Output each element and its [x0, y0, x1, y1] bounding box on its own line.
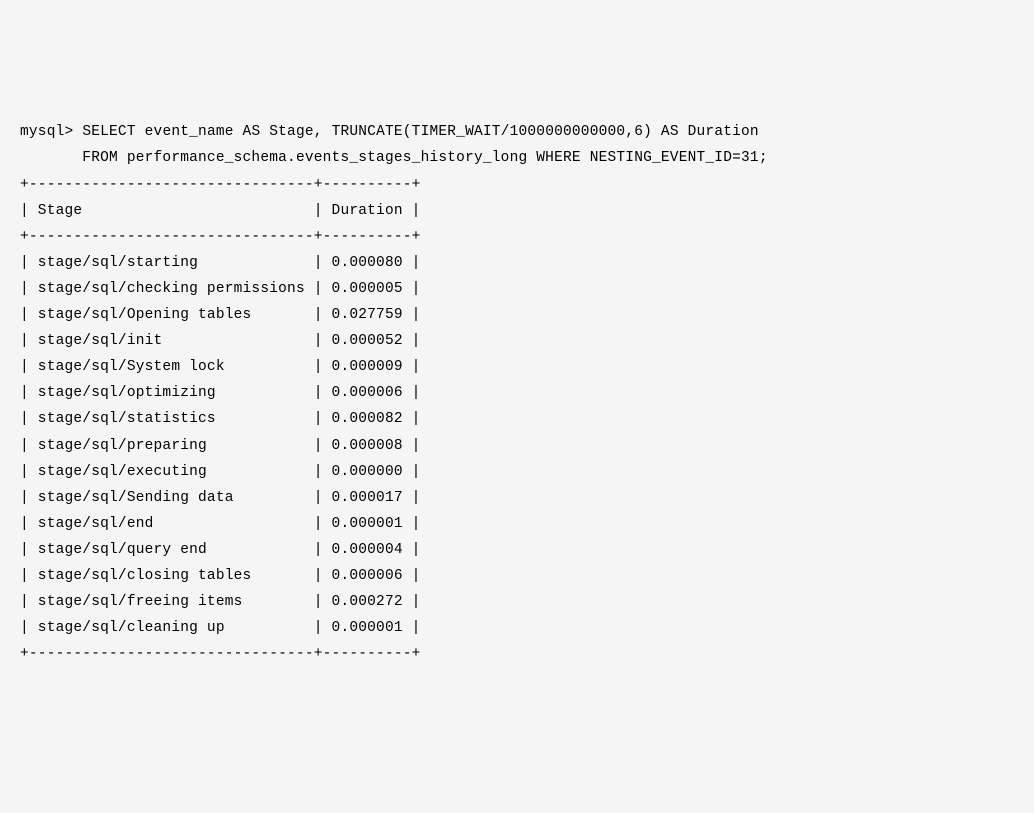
table-header: | Stage | Duration | [20, 203, 421, 219]
table-border-bottom: +--------------------------------+------… [20, 646, 421, 662]
query-line-2: FROM performance_schema.events_stages_hi… [20, 150, 768, 166]
table-border-header: +--------------------------------+------… [20, 229, 421, 245]
query-line-1: SELECT event_name AS Stage, TRUNCATE(TIM… [82, 124, 759, 140]
mysql-prompt: mysql> [20, 124, 73, 140]
table-rows: | stage/sql/starting | 0.000080 | | stag… [20, 255, 421, 636]
terminal-output: mysql> SELECT event_name AS Stage, TRUNC… [20, 119, 1014, 667]
table-border-top: +--------------------------------+------… [20, 177, 421, 193]
